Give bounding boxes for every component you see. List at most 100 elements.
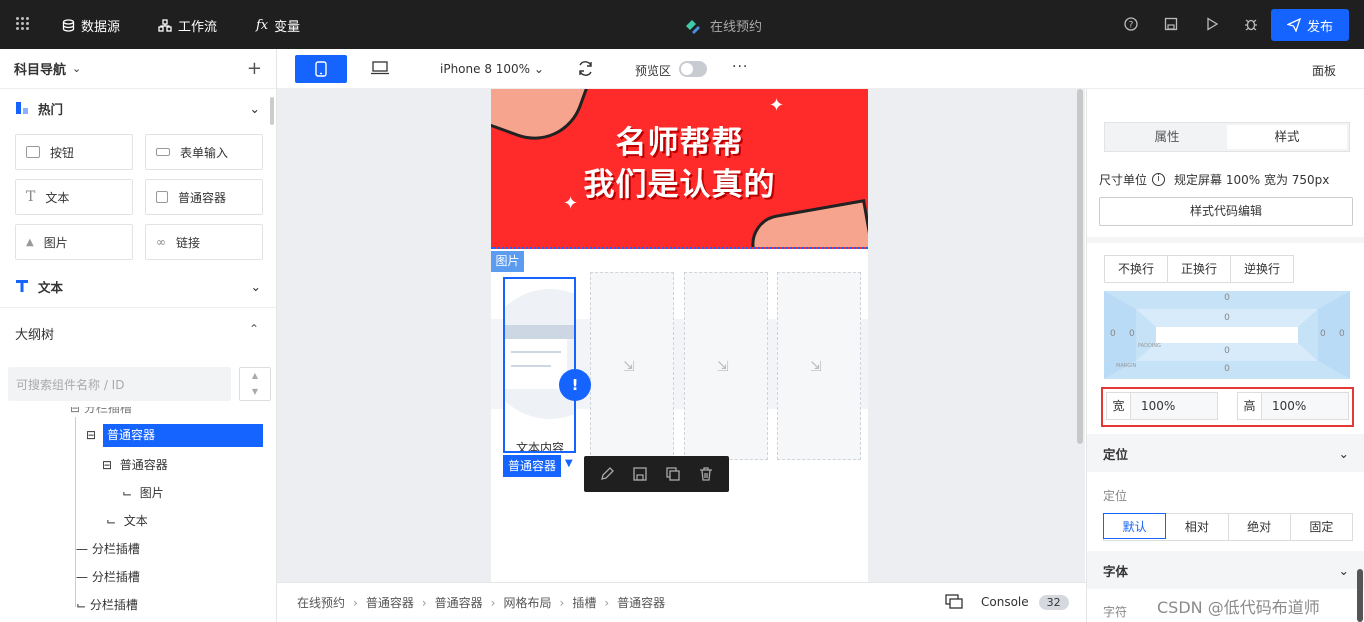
save-icon[interactable] [1164,17,1178,31]
add-icon[interactable]: + [247,58,262,79]
tree-node-slot[interactable]: — 分栏插槽 [76,568,140,585]
save-template-icon[interactable] [632,466,648,482]
height-value[interactable]: 100% [1262,393,1306,419]
position-default-option[interactable]: 默认 [1103,513,1167,539]
box-model-editor[interactable]: 0 0 0 0 0 0 0 0 PADDING MARGIN [1104,291,1350,379]
input-icon [156,148,170,156]
margin-left-value[interactable]: 0 [1110,329,1116,339]
copy-icon[interactable] [665,466,681,482]
banner-image[interactable]: 名师帮帮 我们是认真的 ✦ ✦ [491,89,868,249]
wrap-none-option[interactable]: 不换行 [1105,256,1168,282]
design-canvas[interactable]: 名师帮帮 我们是认真的 ✦ ✦ 图片 ⇲ ⇲ ⇲ 文本内容 ! 普通容器 ▼ [277,89,1085,582]
breadcrumb-item[interactable]: 在线预约 [297,594,345,611]
device-select[interactable]: iPhone 8 100% ⌄ [440,62,544,76]
left-scrollbar[interactable] [270,97,274,125]
margin-right-value[interactable]: 0 [1339,329,1345,339]
position-absolute-option[interactable]: 绝对 [1229,514,1291,540]
tree-node-image[interactable]: ⌙ 图片 [122,484,164,501]
selected-container[interactable]: 文本内容 [503,277,576,453]
tab-style[interactable]: 样式 [1227,125,1347,149]
tree-node-text[interactable]: ⌙ 文本 [106,512,148,529]
hot-section-header[interactable]: 热门 ⌄ [0,89,276,127]
canvas-scrollbar[interactable] [1077,89,1083,444]
selected-tag[interactable]: 普通容器 [503,455,561,477]
style-code-edit-button[interactable]: 样式代码编辑 [1099,197,1353,226]
breadcrumb-item[interactable]: 普通容器 [617,594,665,611]
wrap-segment: 不换行 正换行 逆换行 [1104,255,1294,283]
component-image[interactable]: ▲ 图片 [15,224,133,260]
width-value[interactable]: 100% [1131,393,1175,419]
tree-node-slot[interactable]: — 分栏插槽 [76,540,140,557]
outline-search-input[interactable]: 可搜索组件名称 / ID [8,367,231,401]
panel-toggle[interactable]: 面板 [1312,62,1336,79]
edit-icon[interactable] [599,466,615,482]
breadcrumb-item[interactable]: 插槽 [572,594,596,611]
nav-datasource[interactable]: 数据源 [62,16,120,35]
component-text[interactable]: T 文本 [15,179,133,215]
component-panel: 科目导航 ⌄ + 热门 ⌄ 按钮 表单输入 T 文本 普通容器 ▲ 图片 ∞ 链接 文… [0,49,277,622]
app-title-text: 在线预约 [710,20,763,35]
position-fixed-option[interactable]: 固定 [1291,514,1352,540]
font-section-header[interactable]: 字体 ⌄ [1087,551,1364,589]
search-stepper[interactable]: ▲ ▼ [239,367,271,401]
tree-node-container[interactable]: ⊟ 普通容器 [102,456,168,473]
chevron-down-icon[interactable]: ⌄ [72,62,81,75]
breadcrumb-item[interactable]: 普通容器 [366,594,414,611]
debug-bug-icon[interactable] [1244,17,1258,31]
mobile-view-button[interactable] [295,55,347,83]
collapse-icon[interactable]: ⊟ [86,428,96,442]
canvas-toolbar: iPhone 8 100% ⌄ 预览区 ··· 面板 [277,49,1364,89]
grid-slot[interactable]: ⇲ [590,272,674,460]
position-relative-option[interactable]: 相对 [1166,514,1229,540]
tree-node-slot[interactable]: ⌙ 分栏插槽 [76,596,138,613]
tag-dropdown-icon[interactable]: ▼ [565,458,573,469]
publish-label: 发布 [1306,19,1333,35]
text-section-header[interactable]: 文本 ⌄ [0,267,277,305]
height-field[interactable]: 高 100% [1237,392,1349,420]
publish-button[interactable]: 发布 [1271,9,1349,41]
refresh-button[interactable] [577,60,594,77]
component-label: 图片 [43,235,68,250]
text-content[interactable]: 文本内容 [505,439,574,451]
link-icon: ∞ [156,235,166,249]
padding-top-value[interactable]: 0 [1104,313,1350,323]
grid-slot[interactable]: ⇲ [777,272,861,460]
apps-grid-icon[interactable] [16,17,30,31]
desktop-view-button[interactable] [371,61,389,75]
position-section-header[interactable]: 定位 ⌄ [1087,434,1364,472]
nav-workflow[interactable]: 工作流 [158,16,217,35]
play-icon[interactable] [1205,17,1219,31]
nav-variable[interactable]: fx 变量 [256,16,300,35]
padding-right-value[interactable]: 0 [1320,329,1326,339]
padding-label: PADDING [1138,343,1161,349]
component-container[interactable]: 普通容器 [145,179,263,215]
console-button[interactable]: Console 32 [945,594,1069,610]
breadcrumb-item[interactable]: 网格布局 [503,594,551,611]
preview-toggle[interactable] [679,61,707,77]
tree-node-partial[interactable]: ⊟ 分栏插槽 [70,407,132,416]
breadcrumb-item[interactable]: 普通容器 [435,594,483,611]
more-menu[interactable]: ··· [732,59,748,75]
wrap-reverse-option[interactable]: 逆换行 [1231,256,1293,282]
component-button[interactable]: 按钮 [15,134,133,170]
grid-slot[interactable]: ⇲ [684,272,768,460]
help-icon[interactable]: ? [1124,17,1138,31]
wrap-normal-option[interactable]: 正换行 [1168,256,1231,282]
delete-icon[interactable] [698,466,714,482]
component-link[interactable]: ∞ 链接 [145,224,263,260]
text-category-icon [16,280,28,292]
alert-icon[interactable]: ! [559,369,591,401]
margin-top-value[interactable]: 0 [1104,293,1350,303]
tree-node-selected[interactable]: 普通容器 [103,424,263,447]
width-field[interactable]: 宽 100% [1106,392,1218,420]
info-icon[interactable]: i [1152,173,1166,186]
component-form-input[interactable]: 表单输入 [145,134,263,170]
collapse-chevron-icon[interactable]: ⌃ [249,322,259,336]
component-nav-title[interactable]: 科目导航 [14,59,66,78]
divider [1087,237,1364,243]
margin-bottom-value[interactable]: 0 [1104,364,1350,374]
right-scrollbar[interactable] [1357,569,1363,622]
padding-left-value[interactable]: 0 [1129,329,1135,339]
chevron-right-icon: › [604,595,610,610]
tab-properties[interactable]: 属性 [1107,125,1227,149]
